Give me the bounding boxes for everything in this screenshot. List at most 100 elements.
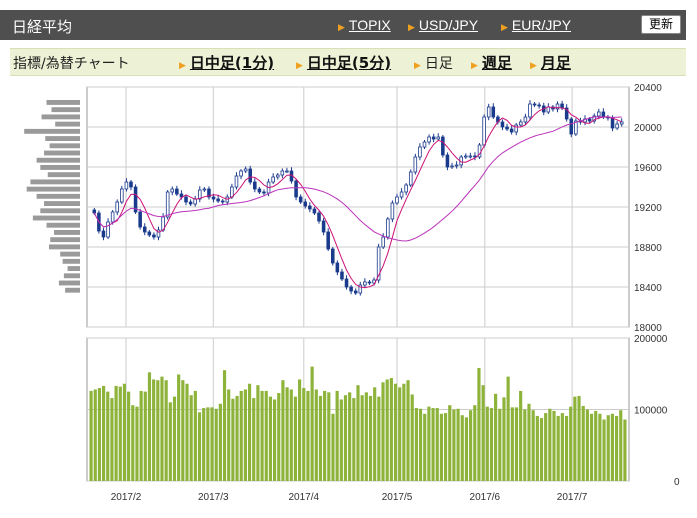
volume-bar: [89, 390, 93, 481]
candle-body: [202, 188, 207, 191]
candle-body: [326, 231, 330, 250]
candle-body: [211, 196, 216, 200]
price-volume-profile-bar: [36, 193, 80, 199]
price-volume-profile-bar: [45, 136, 80, 141]
candle-body: [129, 181, 133, 188]
price-volume-profile-bar: [49, 244, 80, 250]
volume-bar: [548, 408, 552, 481]
volume-bar: [398, 387, 402, 481]
price-volume-profile-bar: [51, 107, 80, 113]
volume-bar: [410, 394, 414, 481]
price-volume-profile-bar: [41, 114, 80, 120]
candle-body: [216, 198, 220, 202]
candle-body: [509, 128, 514, 133]
candle-body: [491, 106, 496, 118]
candle-body: [610, 117, 615, 129]
candle-body: [262, 191, 266, 194]
price-tick-label: 18800: [634, 243, 662, 254]
price-tick-label: 19600: [634, 163, 662, 174]
candle-body: [275, 174, 280, 178]
volume-bar: [172, 396, 177, 481]
price-volume-profile-bar: [40, 165, 80, 170]
candle-body: [317, 212, 321, 222]
volume-bar: [510, 407, 514, 481]
volume-bar: [168, 402, 172, 481]
volume-bar: [193, 390, 197, 481]
volume-bar: [402, 383, 406, 481]
candle-body: [408, 171, 413, 186]
volume-bar: [143, 391, 147, 481]
volume-bar: [485, 406, 489, 481]
volume-bar: [260, 390, 264, 481]
candle-body: [280, 170, 285, 176]
price-tick-label: 18400: [634, 283, 662, 294]
nikkei-chart: 18000 18400 18800 19200 19600 20000 20400 0 1000…: [24, 83, 680, 503]
price-volume-profile-bar: [32, 215, 80, 221]
volume-bar: [373, 387, 377, 481]
volume-bar: [147, 372, 152, 481]
volume-bar: [177, 374, 181, 481]
candle-body: [597, 111, 601, 117]
volume-bar: [406, 380, 410, 481]
volume-bar: [222, 370, 227, 481]
volume-bar: [502, 397, 506, 481]
volume-bar: [110, 398, 114, 481]
volume-bar: [602, 419, 606, 481]
volume-bar: [252, 398, 256, 481]
candle-body: [422, 141, 427, 148]
volume-bar: [393, 383, 398, 481]
volume-bar: [448, 405, 452, 481]
candle-body: [253, 181, 257, 190]
volume-bar: [114, 385, 118, 481]
candle-body: [115, 201, 119, 213]
volume-bar: [339, 399, 343, 481]
volume-bar: [131, 405, 135, 481]
candle-body: [147, 231, 152, 236]
price-volume-profile-bar: [60, 251, 80, 257]
volume-bar: [606, 415, 610, 481]
volume-bar: [556, 415, 560, 481]
volume-bar: [298, 379, 302, 481]
volume-bar: [268, 396, 273, 481]
candle-body: [298, 196, 303, 203]
volume-bar: [189, 395, 193, 481]
volume-bar: [610, 413, 614, 481]
candle-body: [349, 286, 353, 292]
price-volume-profile-bar: [44, 201, 80, 206]
volume-bar: [243, 389, 247, 481]
volume-bar: [431, 408, 435, 481]
volume-bar: [435, 408, 439, 481]
volume-bar: [264, 390, 268, 481]
candle-body: [285, 170, 289, 173]
volume-bar: [302, 388, 306, 481]
volume-bar: [106, 391, 110, 481]
volume-bar: [118, 386, 122, 481]
volume-bar: [506, 376, 510, 481]
volume-bar: [427, 406, 431, 481]
volume-bar: [489, 408, 494, 481]
volume-bar: [139, 390, 143, 481]
volume-bar: [385, 379, 389, 481]
volume-bar: [277, 393, 281, 481]
price-volume-profile-bar: [46, 100, 80, 105]
candle-body: [110, 211, 115, 223]
volume-bar: [523, 409, 527, 481]
volume-bar: [102, 385, 106, 481]
price-volume-profile-bar: [36, 157, 80, 163]
volume-bar: [197, 412, 202, 481]
volume-bar: [439, 413, 443, 481]
volume-bar: [552, 410, 556, 481]
candle-body: [431, 136, 436, 140]
candle-body: [523, 116, 528, 123]
candle-body: [441, 136, 445, 156]
volume-bar: [281, 380, 285, 481]
candle-body: [555, 103, 560, 110]
volume-bar: [573, 396, 577, 481]
price-volume-profile-bar: [50, 237, 80, 243]
volume-bar: [539, 418, 544, 481]
volume-bar: [323, 390, 327, 481]
candle-body: [519, 121, 523, 126]
price-volume-profile-bar: [55, 121, 80, 127]
candle-body: [193, 198, 197, 205]
volume-bar: [623, 419, 627, 481]
